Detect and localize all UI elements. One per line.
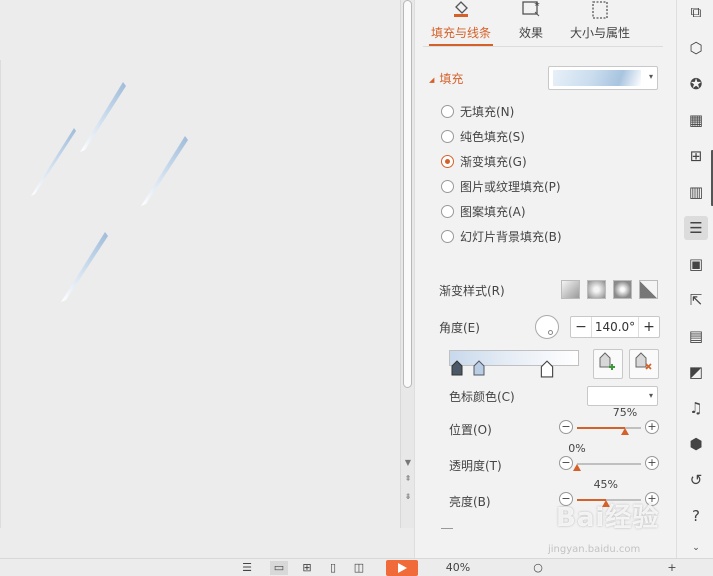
reading-view-icon[interactable]: ▯ — [324, 561, 342, 575]
position-decrease-button[interactable]: − — [559, 420, 573, 434]
transparency-slider-thumb[interactable] — [573, 464, 581, 471]
collapse-chevron-icon[interactable]: ⌄ — [684, 536, 708, 560]
chart-icon[interactable]: ▥ — [684, 180, 708, 204]
position-increase-button[interactable]: + — [645, 420, 659, 434]
angle-increase-button[interactable]: + — [639, 317, 659, 337]
task-pane-bar: ⧉ ⬡ ✪ ▦ ⊞ ▥ ☰ ▣ ⇱ ▤ ◩ ♫ ⬢ ↺ ? ⌄ — [676, 0, 713, 558]
position-slider-thumb[interactable] — [621, 428, 629, 435]
radio-slide-bg-fill[interactable]: 幻灯片背景填充(B) — [441, 227, 562, 245]
transparency-decrease-button[interactable]: − — [559, 456, 573, 470]
collapse-triangle-icon: ◢ — [429, 76, 435, 84]
slide-canvas[interactable] — [0, 0, 400, 528]
position-value: 75% — [612, 406, 638, 419]
brightness-label: 亮度(B) — [449, 495, 491, 509]
status-bar: ☰ ▭ ⊞ ▯ ◫ 40% ○ + — [0, 558, 713, 576]
radio-gradient-fill[interactable]: 渐变填充(G) — [441, 152, 527, 170]
transparency-slider[interactable]: − 0% + — [559, 442, 659, 472]
gradient-style-label: 渐变样式(R) — [439, 284, 505, 298]
seal-icon[interactable]: ✪ — [684, 72, 708, 96]
tab-effects[interactable]: 效果 — [509, 0, 553, 48]
gradient-stop-3-selected[interactable] — [540, 360, 554, 378]
gradient-style-linear[interactable] — [561, 280, 580, 299]
tab-size-properties[interactable]: 大小与属性 — [565, 0, 635, 48]
gradient-style-radial[interactable] — [587, 280, 606, 299]
transparency-value: 0% — [568, 442, 586, 455]
brightness-value: 45% — [593, 478, 619, 491]
fill-section-header[interactable]: ◢ 填充 — [429, 70, 463, 87]
shapes-icon[interactable]: ⬡ — [684, 36, 708, 60]
scroll-down-icon[interactable]: ▼ — [401, 458, 415, 468]
radio-picture-fill[interactable]: 图片或纹理填充(P) — [441, 177, 561, 195]
angle-value[interactable]: 140.0° — [591, 317, 639, 337]
streak-4 — [61, 232, 108, 302]
transparency-increase-button[interactable]: + — [645, 456, 659, 470]
image-icon[interactable]: ◩ — [684, 360, 708, 384]
property-panel: 填充与线条 效果 大小与属性 ◢ 填充 ▾ 无填充(N) 纯色填充(S) 渐变填充… — [414, 0, 676, 558]
gradient-stops-bar[interactable] — [449, 350, 579, 366]
streak-2 — [31, 128, 76, 196]
delete-stop-icon — [635, 352, 652, 370]
baidu-watermark: Bai经验 — [556, 503, 660, 533]
angle-dial[interactable] — [535, 315, 559, 339]
fill-bucket-icon — [429, 0, 493, 20]
shield-icon[interactable]: ⬢ — [684, 432, 708, 456]
chevron-down-icon: ▾ — [648, 72, 653, 81]
radio-pattern-fill[interactable]: 图案填充(A) — [441, 202, 526, 220]
streak-3 — [141, 136, 188, 206]
scrollbar-thumb[interactable] — [403, 0, 412, 388]
replace-icon[interactable]: ⧉ — [684, 0, 708, 24]
streak-1 — [80, 82, 126, 152]
radio-solid-fill[interactable]: 纯色填充(S) — [441, 127, 525, 145]
gradient-style-rect[interactable] — [613, 280, 632, 299]
chevron-down-icon: ▾ — [648, 391, 653, 400]
normal-view-icon[interactable]: ▭ — [270, 561, 288, 575]
zoom-in-icon[interactable]: + — [664, 561, 680, 575]
sorter-view-icon[interactable]: ⊞ — [298, 561, 316, 575]
notes-icon[interactable]: ☰ — [238, 561, 256, 575]
transparency-label: 透明度(T) — [449, 459, 502, 473]
position-slider[interactable]: − 75% + — [559, 406, 659, 436]
gradient-swatch — [553, 70, 641, 86]
angle-decrease-button[interactable]: − — [571, 317, 591, 337]
share-icon[interactable]: ⇱ — [684, 288, 708, 312]
effects-icon — [509, 0, 553, 20]
apps-grid-icon[interactable]: ⊞ — [684, 144, 708, 168]
delete-stop-button[interactable] — [629, 349, 659, 379]
angle-label: 角度(E) — [439, 321, 480, 335]
stop-color-dropdown[interactable]: ▾ — [587, 386, 658, 406]
add-stop-button[interactable] — [593, 349, 623, 379]
size-properties-icon — [565, 0, 635, 20]
audio-icon[interactable]: ♫ — [684, 396, 708, 420]
archive-icon[interactable]: ▤ — [684, 324, 708, 348]
prev-page-icon[interactable]: ⇞ — [401, 474, 415, 484]
fill-preset-dropdown[interactable]: ▾ — [548, 66, 658, 90]
picture-icon[interactable]: ▣ — [684, 252, 708, 276]
presenter-view-icon[interactable]: ◫ — [350, 561, 368, 575]
position-label: 位置(O) — [449, 423, 492, 437]
play-slideshow-button[interactable] — [386, 560, 418, 576]
angle-stepper[interactable]: − 140.0° + — [570, 316, 660, 338]
stop-color-label: 色标颜色(C) — [449, 390, 515, 404]
tab-fill-line[interactable]: 填充与线条 — [429, 0, 493, 48]
properties-sliders-icon[interactable]: ☰ — [684, 216, 708, 240]
gradient-streaks — [31, 82, 188, 302]
section-dash — [441, 528, 453, 529]
help-icon[interactable]: ? — [684, 504, 708, 528]
gradient-stop-2[interactable] — [473, 360, 485, 376]
next-page-icon[interactable]: ⇟ — [401, 492, 415, 502]
tabs-divider — [423, 46, 663, 47]
radio-no-fill[interactable]: 无填充(N) — [441, 102, 514, 120]
table-icon[interactable]: ▦ — [684, 108, 708, 132]
baidu-watermark-url: jingyan.baidu.com — [548, 544, 641, 555]
canvas-scrollbar[interactable]: ▼ ⇞ ⇟ — [400, 0, 414, 528]
zoom-out-icon[interactable]: ○ — [530, 561, 546, 575]
gradient-style-path[interactable] — [639, 280, 658, 299]
zoom-level[interactable]: 40% — [440, 561, 476, 575]
add-stop-icon — [599, 352, 615, 370]
gradient-stop-1[interactable] — [451, 360, 463, 376]
history-icon[interactable]: ↺ — [684, 468, 708, 492]
